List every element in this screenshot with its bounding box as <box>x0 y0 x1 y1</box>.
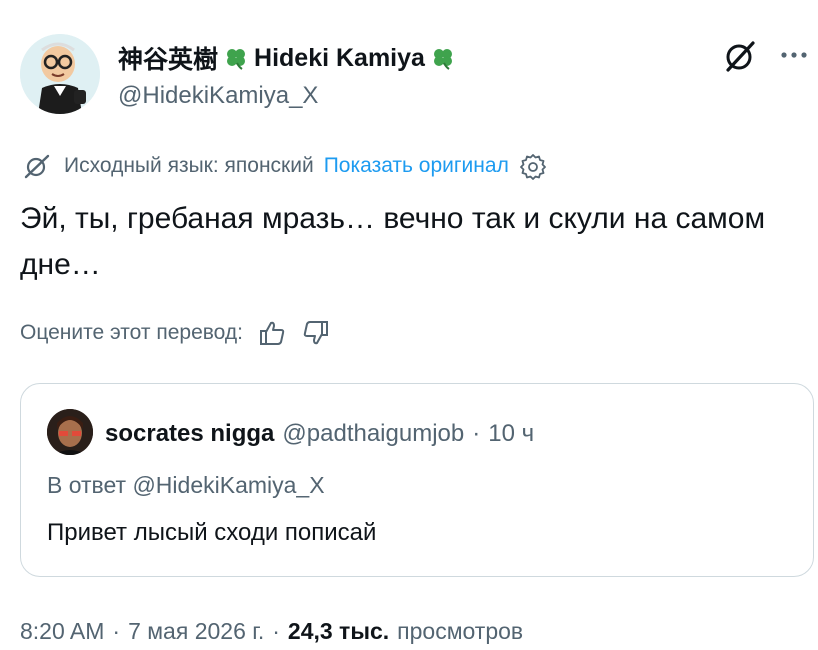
quote-avatar[interactable] <box>47 409 93 455</box>
meta-separator: · <box>272 618 280 644</box>
views-count: 24,3 тыс. <box>287 618 390 644</box>
meta-separator: · <box>112 618 121 644</box>
gear-icon[interactable] <box>519 152 547 180</box>
rating-label: Оцените этот перевод: <box>20 321 243 344</box>
quote-separator: · <box>472 420 481 447</box>
author-name-en: Hideki Kamiya <box>254 43 425 72</box>
author-avatar[interactable] <box>20 34 100 114</box>
translation-bar: Исходный язык: японский Показать оригина… <box>20 152 547 180</box>
grok-slash-icon[interactable] <box>722 38 758 74</box>
quoted-tweet[interactable]: socrates nigga @padthaigumjob · 10 ч В о… <box>20 383 814 577</box>
tweet: 神谷英樹 Hideki Kamiya @HidekiKamiya_X Исход… <box>0 0 818 650</box>
translation-rating: Оцените этот перевод: <box>20 318 331 348</box>
author-handle[interactable]: @HidekiKamiya_X <box>118 82 318 110</box>
source-language-label: Исходный язык: японский <box>64 154 314 177</box>
quote-text: Привет лысый сходи пописай <box>47 519 377 546</box>
four-leaf-clover-icon <box>431 46 455 70</box>
tweet-text: Эй, ты, гребаная мразь… вечно так и скул… <box>20 202 766 281</box>
four-leaf-clover-icon <box>224 46 248 70</box>
translate-icon <box>20 153 54 179</box>
tweet-date[interactable]: 7 мая 2026 г. <box>128 618 264 645</box>
quote-header: socrates nigga @padthaigumjob · 10 ч <box>105 420 534 448</box>
tweet-time[interactable]: 8:20 AM <box>20 618 104 645</box>
quote-reply-to: В ответ @HidekiKamiya_X <box>47 472 325 498</box>
more-dots-icon[interactable] <box>777 44 811 66</box>
thumbs-down-icon[interactable] <box>301 318 331 348</box>
author-name[interactable]: 神谷英樹 Hideki Kamiya <box>118 40 455 76</box>
quote-author-name[interactable]: socrates nigga <box>105 420 274 448</box>
author-name-jp: 神谷英樹 <box>118 46 219 74</box>
show-original-link[interactable]: Показать оригинал <box>324 154 509 178</box>
thumbs-up-icon[interactable] <box>257 318 287 348</box>
tweet-meta: 8:20 AM · 7 мая 2026 г. · 24,3 тыс. прос… <box>20 618 523 645</box>
quote-author-handle[interactable]: @padthaigumjob <box>282 420 464 448</box>
quote-timestamp[interactable]: 10 ч <box>488 420 534 448</box>
views-label: просмотров <box>397 618 524 644</box>
